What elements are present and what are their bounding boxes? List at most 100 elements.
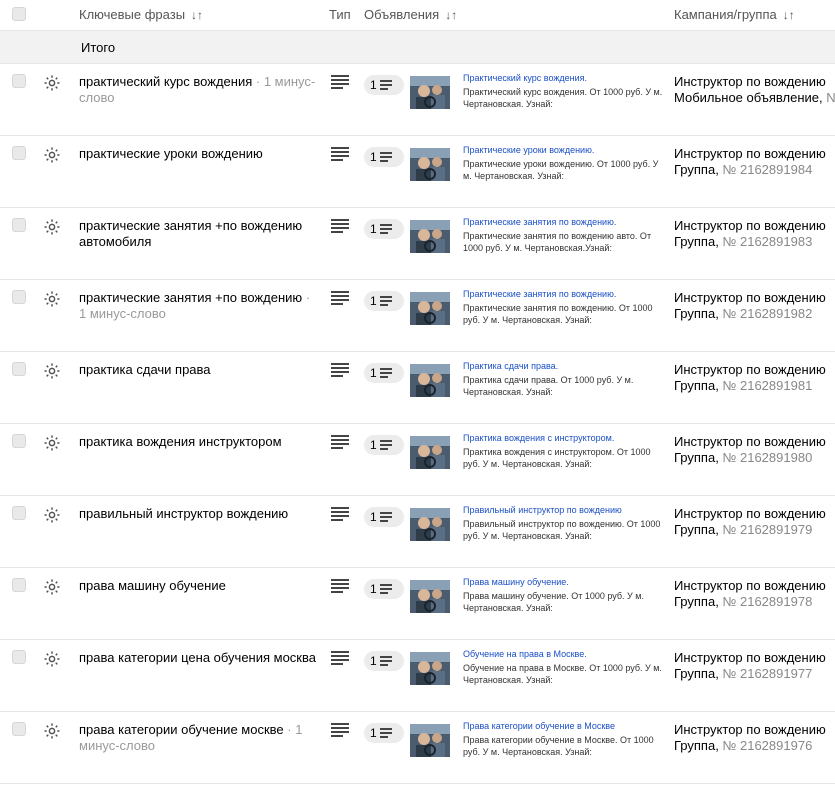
gear-icon[interactable] [43, 506, 61, 524]
table-row: права категории цена обучения москва 1 О… [0, 640, 835, 712]
campaign-name[interactable]: Инструктор по вождению [674, 506, 835, 522]
campaign-name[interactable]: Инструктор по вождению [674, 362, 835, 378]
gear-icon[interactable] [43, 650, 61, 668]
campaign-cell[interactable]: Инструктор по вождению Группа, № 2162891… [674, 650, 835, 682]
ad-count-badge[interactable]: 1 [364, 291, 404, 311]
gear-icon[interactable] [43, 578, 61, 596]
campaign-name[interactable]: Инструктор по вождению [674, 434, 835, 450]
ad-list-icon [379, 80, 392, 90]
campaign-cell[interactable]: Инструктор по вождению Группа, № 2162891… [674, 146, 835, 178]
ad-count-badge[interactable]: 1 [364, 651, 404, 671]
ad-thumbnail[interactable] [410, 220, 450, 253]
row-checkbox[interactable] [12, 362, 26, 376]
ad-title-link[interactable]: Практические уроки вождению. [463, 145, 663, 155]
keyword-phrase[interactable]: практические уроки вождению [79, 146, 319, 162]
ad-count-badge[interactable]: 1 [364, 723, 404, 743]
row-checkbox[interactable] [12, 290, 26, 304]
gear-icon[interactable] [43, 362, 61, 380]
group-label: Группа, [674, 450, 723, 465]
row-checkbox[interactable] [12, 74, 26, 88]
ad-thumbnail[interactable] [410, 508, 450, 541]
gear-icon[interactable] [43, 218, 61, 236]
gear-icon[interactable] [43, 290, 61, 308]
keyword-phrase[interactable]: права машину обучение [79, 578, 319, 594]
ad-thumbnail[interactable] [410, 292, 450, 325]
ad-count-badge[interactable]: 1 [364, 219, 404, 239]
keyword-phrase[interactable]: практические занятия +по вождению1 минус… [79, 290, 319, 322]
keyword-phrase[interactable]: права категории обучение москве1 минус-с… [79, 722, 319, 754]
campaign-cell[interactable]: Инструктор по вождению Группа, № 2162891… [674, 434, 835, 466]
gear-icon[interactable] [43, 146, 61, 164]
campaign-cell[interactable]: Инструктор по вождению Мобильное объявле… [674, 74, 835, 106]
row-checkbox[interactable] [12, 650, 26, 664]
campaign-name[interactable]: Инструктор по вождению [674, 290, 835, 306]
ad-thumbnail[interactable] [410, 580, 450, 613]
column-header-campaign[interactable]: Кампания/группа ↓↑ [674, 7, 795, 22]
gear-icon[interactable] [43, 74, 61, 92]
campaign-name[interactable]: Инструктор по вождению [674, 74, 835, 90]
campaign-name[interactable]: Инструктор по вождению [674, 218, 835, 234]
row-checkbox[interactable] [12, 578, 26, 592]
group-info: Мобильное объявление, N [674, 90, 835, 106]
column-header-phrases[interactable]: Ключевые фразы ↓↑ [79, 7, 203, 22]
ad-thumbnail[interactable] [410, 436, 450, 469]
ad-text: Практические занятия по вождению. От 100… [463, 303, 653, 325]
sort-icon[interactable]: ↓↑ [445, 8, 457, 22]
table-row: права категории обучение москве1 минус-с… [0, 712, 835, 784]
table-row: практический курс вождения1 минус-слово … [0, 64, 835, 136]
keyword-phrase[interactable]: практический курс вождения1 минус-слово [79, 74, 319, 106]
ad-title-link[interactable]: Права машину обучение. [463, 577, 663, 587]
keyword-phrase-text: права машину обучение [79, 578, 226, 593]
ad-count-value: 1 [370, 222, 377, 236]
campaign-name[interactable]: Инструктор по вождению [674, 146, 835, 162]
campaign-cell[interactable]: Инструктор по вождению Группа, № 2162891… [674, 578, 835, 610]
row-checkbox[interactable] [12, 506, 26, 520]
ad-thumbnail[interactable] [410, 364, 450, 397]
ad-title-link[interactable]: Практика вождения с инструктором. [463, 433, 663, 443]
ad-thumbnail[interactable] [410, 724, 450, 757]
ad-count-badge[interactable]: 1 [364, 363, 404, 383]
keyword-phrase[interactable]: права категории цена обучения москва [79, 650, 319, 666]
campaign-cell[interactable]: Инструктор по вождению Группа, № 2162891… [674, 290, 835, 322]
ad-thumbnail[interactable] [410, 76, 450, 109]
ad-count-badge[interactable]: 1 [364, 579, 404, 599]
ad-count-badge[interactable]: 1 [364, 435, 404, 455]
campaign-cell[interactable]: Инструктор по вождению Группа, № 2162891… [674, 722, 835, 754]
keyword-phrase[interactable]: практические занятия +по вождению автомо… [79, 218, 319, 250]
ad-count-badge[interactable]: 1 [364, 75, 404, 95]
text-ad-type-icon [331, 435, 349, 449]
campaign-cell[interactable]: Инструктор по вождению Группа, № 2162891… [674, 218, 835, 250]
campaign-name[interactable]: Инструктор по вождению [674, 722, 835, 738]
keyword-phrase[interactable]: практика сдачи права [79, 362, 319, 378]
ad-title-link[interactable]: Права категории обучение в Москве [463, 721, 663, 731]
group-id: N [826, 90, 835, 105]
ad-title-link[interactable]: Практика сдачи права. [463, 361, 663, 371]
sort-icon[interactable]: ↓↑ [191, 8, 203, 22]
ad-title-link[interactable]: Обучение на права в Москве. [463, 649, 663, 659]
ad-thumbnail[interactable] [410, 148, 450, 181]
keyword-phrase[interactable]: правильный инструктор вождению [79, 506, 319, 522]
campaign-name[interactable]: Инструктор по вождению [674, 578, 835, 594]
ad-title-link[interactable]: Практические занятия по вождению. [463, 289, 663, 299]
ad-count-badge[interactable]: 1 [364, 147, 404, 167]
ad-title-link[interactable]: Практические занятия по вождению. [463, 217, 663, 227]
campaign-cell[interactable]: Инструктор по вождению Группа, № 2162891… [674, 506, 835, 538]
gear-icon[interactable] [43, 434, 61, 452]
sort-icon[interactable]: ↓↑ [783, 8, 795, 22]
select-all-checkbox[interactable] [12, 7, 26, 21]
row-checkbox[interactable] [12, 722, 26, 736]
ad-title-link[interactable]: Правильный инструктор по вождению [463, 505, 663, 515]
column-header-phrases-label: Ключевые фразы [79, 7, 186, 22]
campaign-cell[interactable]: Инструктор по вождению Группа, № 2162891… [674, 362, 835, 394]
column-header-ads[interactable]: Объявления ↓↑ [364, 7, 457, 22]
row-checkbox[interactable] [12, 218, 26, 232]
table-row: практические уроки вождению 1 Практическ… [0, 136, 835, 208]
keyword-phrase[interactable]: практика вождения инструктором [79, 434, 319, 450]
campaign-name[interactable]: Инструктор по вождению [674, 650, 835, 666]
ad-title-link[interactable]: Практический курс вождения. [463, 73, 663, 83]
ad-thumbnail[interactable] [410, 652, 450, 685]
ad-count-badge[interactable]: 1 [364, 507, 404, 527]
row-checkbox[interactable] [12, 434, 26, 448]
row-checkbox[interactable] [12, 146, 26, 160]
gear-icon[interactable] [43, 722, 61, 740]
